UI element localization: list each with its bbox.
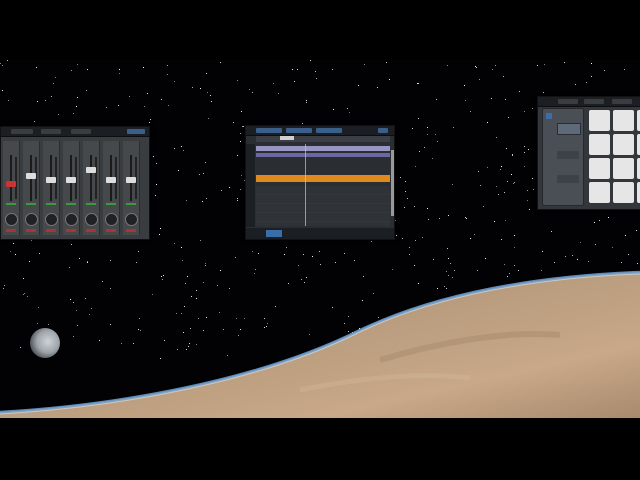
level-meter (15, 157, 17, 199)
channel-indicator (6, 203, 16, 205)
arranger-tab[interactable] (316, 128, 342, 133)
track-region-orange[interactable] (256, 175, 390, 182)
record-button[interactable] (26, 229, 36, 232)
drum-pad[interactable] (589, 158, 610, 179)
record-button[interactable] (106, 229, 116, 232)
channel-indicator (46, 203, 56, 205)
channel-strip (123, 141, 140, 235)
channel-strip (103, 141, 120, 235)
channel-indicator (66, 203, 76, 205)
channel-strip (63, 141, 80, 235)
channel-indicator (26, 203, 36, 205)
drum-pad[interactable] (613, 110, 634, 131)
volume-fader[interactable] (6, 181, 16, 187)
mixer-window[interactable] (0, 126, 150, 240)
record-button[interactable] (126, 229, 136, 232)
volume-fader[interactable] (26, 173, 36, 179)
record-button[interactable] (86, 229, 96, 232)
drum-pad[interactable] (613, 158, 634, 179)
track-region-purple[interactable] (256, 153, 390, 157)
arranger-tab[interactable] (286, 128, 312, 133)
level-meter (95, 157, 97, 199)
drum-pad[interactable] (589, 182, 610, 203)
desktop-canvas (0, 0, 640, 480)
pan-knob[interactable] (25, 213, 38, 226)
fader-track (10, 155, 12, 201)
arranger-bottom-bar (246, 228, 394, 239)
drum-pad[interactable] (589, 134, 610, 155)
view-button[interactable] (266, 230, 282, 237)
channel-indicator (86, 203, 96, 205)
volume-fader[interactable] (126, 177, 136, 183)
mixer-tab[interactable] (11, 129, 33, 134)
volume-fader[interactable] (46, 177, 56, 183)
track-lanes (256, 186, 390, 226)
pan-knob[interactable] (85, 213, 98, 226)
channel-strip (23, 141, 40, 235)
playhead-line (305, 144, 306, 226)
panel-button[interactable] (557, 151, 579, 159)
record-button[interactable] (66, 229, 76, 232)
volume-fader[interactable] (106, 177, 116, 183)
pan-knob[interactable] (65, 213, 78, 226)
mixer-tab[interactable] (41, 129, 61, 134)
drums-toolbar (538, 97, 640, 107)
pan-knob[interactable] (45, 213, 58, 226)
channel-strip (43, 141, 60, 235)
track-region-purple[interactable] (256, 146, 390, 151)
pan-knob[interactable] (125, 213, 138, 226)
panel-button[interactable] (557, 123, 581, 135)
record-button[interactable] (46, 229, 56, 232)
volume-fader[interactable] (66, 177, 76, 183)
drums-tab[interactable] (558, 99, 578, 104)
mixer-tab[interactable] (71, 129, 91, 134)
panel-icon[interactable] (546, 113, 552, 119)
record-button[interactable] (6, 229, 16, 232)
mixer-tab[interactable] (127, 129, 145, 134)
arranger-tab[interactable] (256, 128, 282, 133)
channel-strip (83, 141, 100, 235)
pan-knob[interactable] (5, 213, 18, 226)
channel-indicator (106, 203, 116, 205)
pad-controls-panel (542, 108, 584, 206)
drum-pads-window[interactable] (537, 96, 640, 210)
volume-fader[interactable] (86, 167, 96, 173)
channel-strip (3, 141, 20, 235)
drum-pad[interactable] (613, 134, 634, 155)
moon (30, 328, 60, 358)
scrollbar[interactable] (391, 150, 394, 216)
drum-pad[interactable] (613, 182, 634, 203)
arranger-window[interactable] (245, 125, 395, 240)
drums-tab[interactable] (612, 99, 632, 104)
channel-indicator (126, 203, 136, 205)
pan-knob[interactable] (105, 213, 118, 226)
playhead-marker[interactable] (280, 136, 294, 140)
panel-button[interactable] (557, 175, 579, 183)
fader-track (90, 155, 92, 201)
drum-pad[interactable] (589, 110, 610, 131)
arranger-tab[interactable] (378, 128, 388, 133)
track-headers (246, 144, 255, 227)
timeline-ruler[interactable] (256, 136, 390, 142)
arranger-toolbar (246, 126, 394, 136)
drums-tab[interactable] (584, 99, 604, 104)
mixer-toolbar (1, 127, 149, 137)
